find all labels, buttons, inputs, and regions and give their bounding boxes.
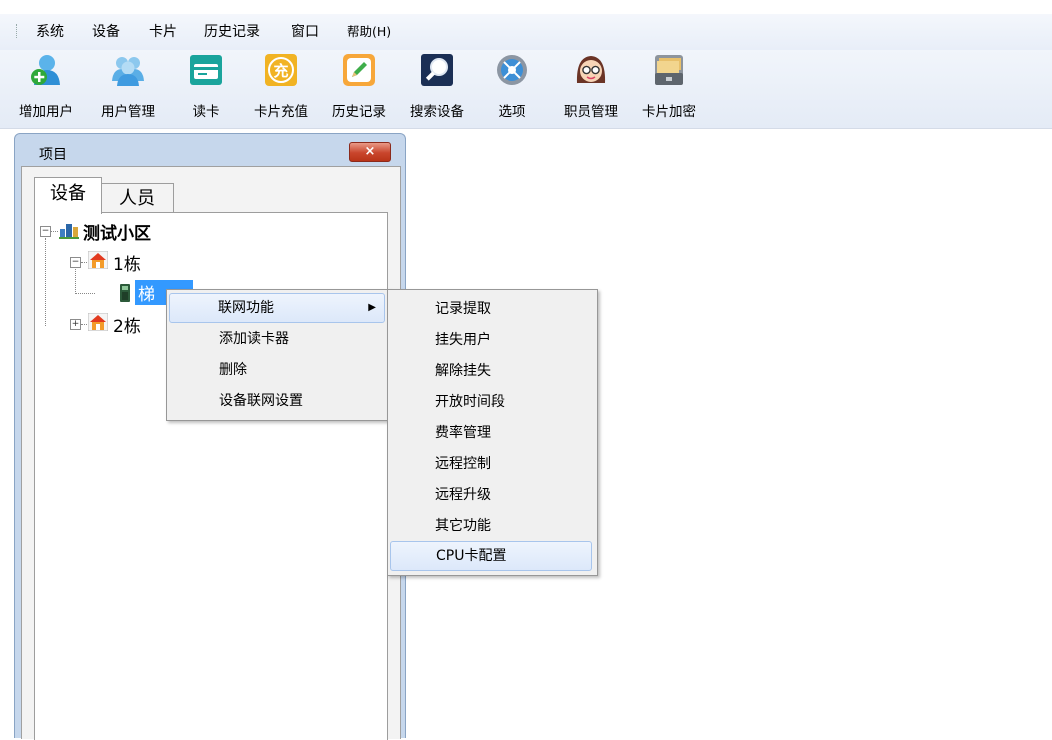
- card-encrypt-button[interactable]: 卡片加密: [632, 50, 706, 128]
- add-user-icon: [31, 55, 60, 85]
- options-button[interactable]: 选项: [484, 50, 540, 128]
- add-user-label: 增加用户: [19, 104, 73, 120]
- tree-toggle-root[interactable]: −: [40, 226, 51, 237]
- community-icon: [59, 224, 79, 239]
- menu-item-label: 挂失用户: [435, 332, 491, 348]
- menu-help[interactable]: 帮助(H): [347, 22, 391, 42]
- building-icon: [88, 313, 108, 331]
- tree-connector: [45, 238, 46, 326]
- context-menu: 联网功能 ▶ 添加读卡器 删除 设备联网设置: [166, 289, 390, 421]
- menu-window[interactable]: 窗口: [291, 22, 319, 42]
- menu-item-label: 设备联网设置: [219, 393, 303, 409]
- tree-toggle-building2[interactable]: +: [70, 319, 81, 330]
- submenu-item-other-functions[interactable]: 其它功能: [390, 512, 590, 540]
- building-icon: [88, 251, 108, 269]
- add-user-button[interactable]: 增加用户: [14, 50, 78, 128]
- submenu-item-rate-management[interactable]: 费率管理: [390, 419, 590, 447]
- svg-text:充: 充: [273, 62, 288, 80]
- tree-node-building2[interactable]: 2栋: [113, 312, 141, 337]
- tree-node-root[interactable]: 测试小区: [83, 219, 151, 244]
- search-device-icon: [421, 54, 453, 86]
- tree-node-device[interactable]: 梯: [138, 280, 155, 305]
- submenu-item-remote-control[interactable]: 远程控制: [390, 450, 590, 478]
- menu-item-label: 其它功能: [435, 518, 491, 534]
- menu-history[interactable]: 历史记录: [204, 22, 260, 42]
- menu-item-label: 费率管理: [435, 425, 491, 441]
- search-device-button[interactable]: 搜索设备: [400, 50, 474, 128]
- staff-management-label: 职员管理: [564, 104, 618, 120]
- submenu-item-record-extract[interactable]: 记录提取: [390, 295, 590, 323]
- submenu-item-cancel-loss[interactable]: 解除挂失: [390, 357, 590, 385]
- card-encrypt-icon: [655, 55, 683, 85]
- submenu-item-report-loss[interactable]: 挂失用户: [390, 326, 590, 354]
- card-recharge-icon: 充: [265, 54, 297, 86]
- menu-item-label: 远程升级: [435, 487, 491, 503]
- menu-item-label: 删除: [219, 362, 247, 378]
- read-card-icon: [190, 55, 222, 85]
- network-functions-submenu: 记录提取 挂失用户 解除挂失 开放时间段 费率管理 远程控制 远程升级 其它功能…: [387, 289, 598, 576]
- staff-management-icon: [576, 56, 606, 83]
- menu-item-label: 开放时间段: [435, 394, 505, 410]
- tree-node-building1[interactable]: 1栋: [113, 250, 141, 275]
- menu-item-label: 添加读卡器: [219, 331, 289, 347]
- search-device-label: 搜索设备: [410, 104, 464, 120]
- menu-item-add-reader[interactable]: 添加读卡器: [169, 325, 383, 353]
- options-label: 选项: [498, 104, 526, 120]
- menu-device[interactable]: 设备: [92, 22, 120, 42]
- tree-connector: [75, 269, 76, 294]
- read-card-button[interactable]: 读卡: [176, 50, 236, 128]
- user-management-icon: [112, 57, 144, 86]
- submenu-item-cpu-card-config[interactable]: CPU卡配置: [390, 541, 592, 571]
- menu-system[interactable]: 系统: [36, 22, 64, 42]
- tab-person[interactable]: 人员: [100, 183, 174, 214]
- menu-item-label: 记录提取: [435, 301, 491, 317]
- menu-grip[interactable]: [16, 24, 20, 38]
- menu-item-device-network-settings[interactable]: 设备联网设置: [169, 387, 383, 415]
- tree-toggle-building1[interactable]: −: [70, 257, 81, 268]
- menu-item-delete[interactable]: 删除: [169, 356, 383, 384]
- read-card-label: 读卡: [192, 104, 220, 120]
- project-panel: 项目 × 设备 人员 − 测试小区 − 1栋 梯 + 2栋: [14, 133, 406, 740]
- tree-connector: [75, 293, 95, 294]
- card-encrypt-label: 卡片加密: [642, 104, 696, 120]
- device-icon: [120, 284, 130, 302]
- tree-connector: [51, 231, 58, 232]
- staff-management-button[interactable]: 职员管理: [554, 50, 628, 128]
- menu-bar: 系统 设备 卡片 历史记录 窗口 帮助(H): [0, 14, 1052, 50]
- menu-item-network-functions[interactable]: 联网功能 ▶: [169, 293, 385, 323]
- submenu-item-open-time[interactable]: 开放时间段: [390, 388, 590, 416]
- menu-card[interactable]: 卡片: [149, 22, 177, 42]
- card-recharge-button[interactable]: 充 卡片充值: [244, 50, 318, 128]
- options-icon: [497, 55, 527, 85]
- panel-body: 设备 人员 − 测试小区 − 1栋 梯 + 2栋: [21, 166, 401, 740]
- history-button[interactable]: 历史记录: [322, 50, 396, 128]
- user-management-button[interactable]: 用户管理: [92, 50, 164, 128]
- menu-item-label: 联网功能: [218, 300, 274, 316]
- submenu-arrow-icon: ▶: [368, 302, 376, 313]
- user-management-label: 用户管理: [101, 104, 155, 120]
- card-recharge-label: 卡片充值: [254, 104, 308, 120]
- tree-connector: [81, 324, 87, 325]
- menu-item-label: CPU卡配置: [436, 548, 507, 564]
- panel-title: 项目: [39, 147, 67, 163]
- menu-item-label: 解除挂失: [435, 363, 491, 379]
- history-label: 历史记录: [332, 104, 386, 120]
- tree-connector: [81, 262, 87, 263]
- history-icon: [343, 54, 375, 86]
- close-icon[interactable]: ×: [349, 142, 391, 162]
- tab-device[interactable]: 设备: [34, 177, 102, 214]
- menu-item-label: 远程控制: [435, 456, 491, 472]
- submenu-item-remote-upgrade[interactable]: 远程升级: [390, 481, 590, 509]
- toolbar: 增加用户 用户管理 读卡 充 卡片充值 历史记录 搜索设备 选项 职员管理 卡片…: [0, 50, 1052, 129]
